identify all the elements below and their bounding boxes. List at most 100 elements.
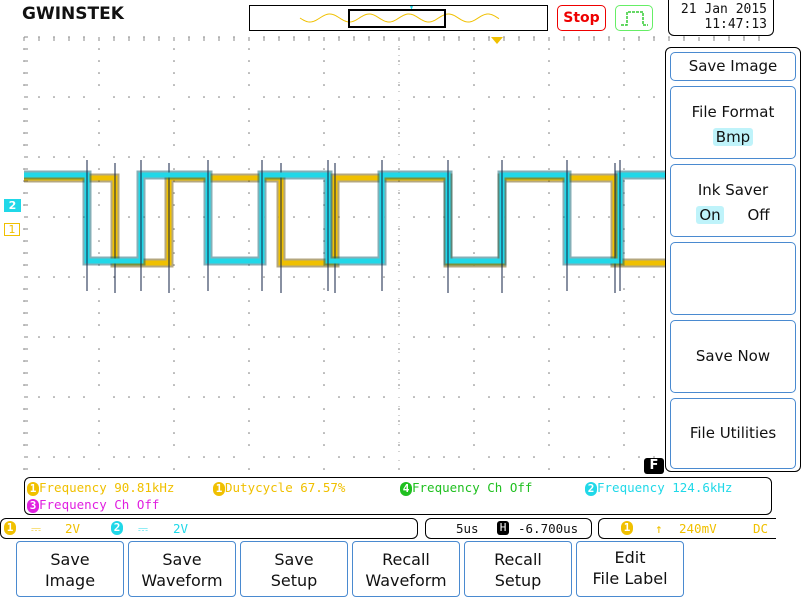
grid-dot: [593, 456, 595, 458]
grid-dot: [353, 216, 355, 218]
horizontal-status[interactable]: 5us H -6.700us: [425, 518, 592, 539]
grid-dot: [68, 96, 70, 98]
vertical-status[interactable]: 1 ⎓ 2V 2 ⎓ 2V: [0, 518, 418, 539]
grid-dot: [353, 276, 355, 278]
grid-dot: [623, 48, 625, 50]
grid-dot: [398, 384, 400, 386]
grid-dot: [173, 312, 175, 314]
trigger-status[interactable]: 1 ↑ 240mV DC: [598, 518, 776, 539]
grid-dot: [188, 216, 190, 218]
save-now-button[interactable]: Save Now: [670, 320, 796, 393]
trigger-ch-badge: 1: [621, 521, 633, 535]
file-format-button[interactable]: File Format Bmp: [670, 86, 796, 159]
grid-dot: [518, 216, 520, 218]
grid-dot: [548, 84, 550, 86]
trigger-level: 240mV: [679, 521, 717, 536]
grid-dot: [623, 468, 625, 470]
ink-saver-button[interactable]: Ink Saver On Off: [670, 164, 796, 237]
grid-dot: [548, 204, 550, 206]
grid-dot: [353, 96, 355, 98]
grid-dot: [413, 216, 415, 218]
grid-dot: [53, 96, 55, 98]
grid-dot: [98, 300, 100, 302]
grid-dot: [128, 456, 130, 458]
save-image-button[interactable]: Save Image: [16, 541, 124, 597]
empty-menu-button[interactable]: [670, 242, 796, 315]
grid-dot: [503, 336, 505, 338]
grid-dot: [653, 156, 655, 158]
grid-dot: [98, 72, 100, 74]
grid-dot: [548, 372, 550, 374]
grid-dot: [323, 84, 325, 86]
grid-dot: [623, 84, 625, 86]
grid-dot: [608, 96, 610, 98]
grid-dot: [68, 336, 70, 338]
grid-dot: [593, 336, 595, 338]
horizontal-position-icon: H: [497, 521, 509, 535]
grid-dot: [98, 60, 100, 62]
grid-dot: [413, 456, 415, 458]
grid-dot: [533, 216, 535, 218]
grid-dot: [158, 216, 160, 218]
grid-dot: [593, 396, 595, 398]
grid-dot: [248, 432, 250, 434]
grid-dot: [323, 60, 325, 62]
grid-dot: [398, 372, 400, 374]
grid-dot: [263, 156, 265, 158]
overview-window: [348, 9, 446, 28]
recall-setup-button[interactable]: Recall Setup: [464, 541, 572, 597]
grid-dot: [413, 156, 415, 158]
edit-file-label-button[interactable]: Edit File Label: [576, 541, 684, 597]
grid-dot: [473, 228, 475, 230]
grid-dot: [323, 168, 325, 170]
grid-dot: [473, 312, 475, 314]
ch2-marker[interactable]: 2: [4, 199, 21, 212]
file-utilities-button[interactable]: File Utilities: [670, 398, 796, 469]
ink-saver-on: On: [696, 206, 724, 224]
grid-dot: [233, 336, 235, 338]
rising-edge-icon: ↑: [655, 521, 663, 536]
grid-dot: [473, 72, 475, 74]
grid-dot: [218, 156, 220, 158]
grid-dot: [473, 180, 475, 182]
grid-dot: [218, 396, 220, 398]
grid-dot: [533, 456, 535, 458]
grid-dot: [383, 156, 385, 158]
grid-dot: [623, 372, 625, 374]
trigger-position-marker: [491, 37, 503, 44]
grid-dot: [203, 276, 205, 278]
run-stop-indicator[interactable]: Stop: [557, 5, 606, 31]
ch2-badge: 2: [111, 521, 123, 535]
grid-dot: [248, 192, 250, 194]
grid-dot: [383, 96, 385, 98]
grid-dot: [218, 216, 220, 218]
grid-dot: [578, 156, 580, 158]
ch1-marker[interactable]: 1: [4, 223, 20, 236]
grid-dot: [623, 108, 625, 110]
grid-dot: [578, 336, 580, 338]
grid-dot: [398, 204, 400, 206]
save-setup-button[interactable]: Save Setup: [240, 541, 348, 597]
grid-dot: [623, 420, 625, 422]
recall-waveform-button[interactable]: Recall Waveform: [352, 541, 460, 597]
file-format-value: Bmp: [712, 128, 754, 146]
grid-dot: [158, 96, 160, 98]
grid-dot: [593, 156, 595, 158]
grid-dot: [263, 96, 265, 98]
grid-dot: [128, 276, 130, 278]
grid-dot: [323, 384, 325, 386]
grid-dot: [623, 384, 625, 386]
grid-dot: [518, 96, 520, 98]
grid-dot: [143, 156, 145, 158]
function-badge: F: [644, 458, 664, 474]
grid-dot: [353, 156, 355, 158]
grid-dot: [623, 120, 625, 122]
grid-dot: [278, 396, 280, 398]
grid-dot: [593, 216, 595, 218]
grid-dot: [173, 84, 175, 86]
grid-dot: [173, 108, 175, 110]
save-waveform-button[interactable]: Save Waveform: [128, 541, 236, 597]
grid-dot: [83, 336, 85, 338]
grid-dot: [473, 420, 475, 422]
grid-dot: [638, 396, 640, 398]
